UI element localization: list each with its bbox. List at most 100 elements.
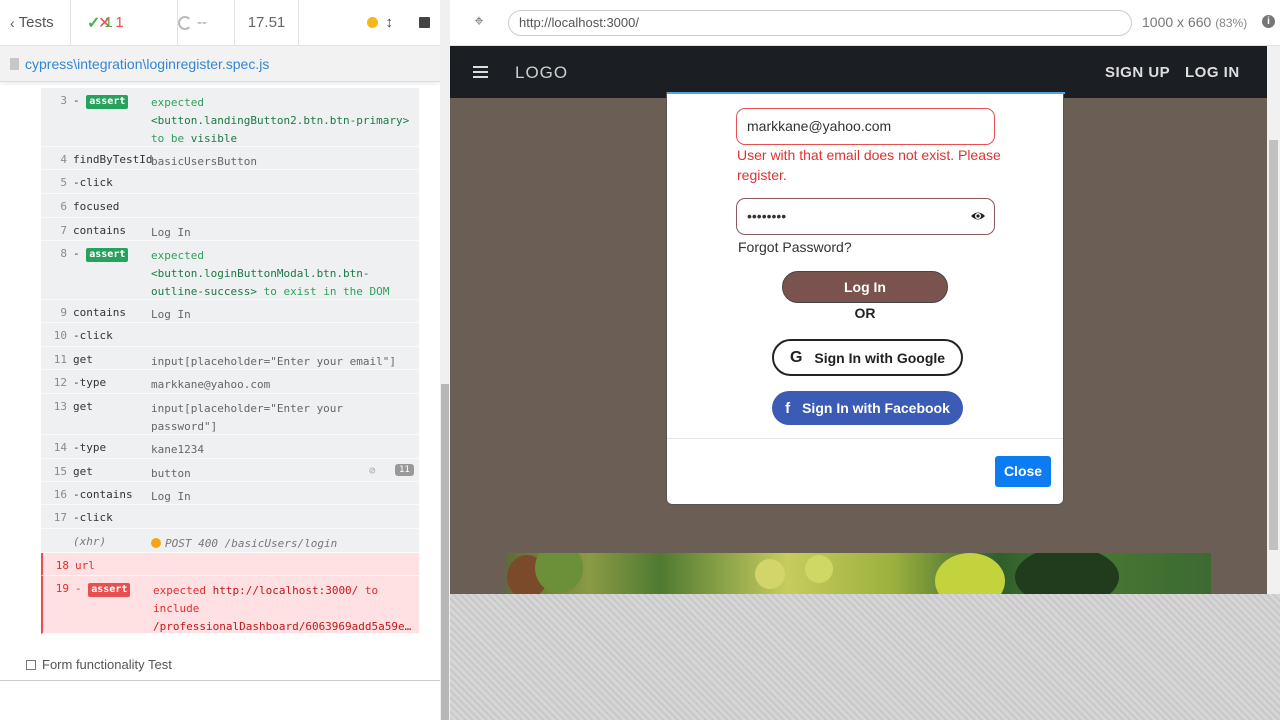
command-number: 13	[53, 400, 67, 413]
xhr-row[interactable]: (xhr) POST 400 /basicUsers/login	[41, 529, 419, 553]
nav-signup-link[interactable]: SIGN UP	[1105, 64, 1170, 81]
facebook-button-label: Sign In with Facebook	[802, 400, 950, 416]
command-number: 10	[53, 329, 67, 342]
command-row[interactable]: 15 get button ⊘ 11	[41, 459, 419, 482]
app-viewport: LOGO SIGN UP LOG IN markkane@yahoo.com U…	[450, 46, 1267, 594]
app-scrollbar[interactable]	[1267, 46, 1280, 594]
modal-footer-divider	[667, 438, 1063, 439]
command-row[interactable]: 8 - assert expected <button.loginButtonM…	[41, 241, 419, 300]
command-message: Log In	[151, 490, 191, 503]
failed-count[interactable]: ✕ 1	[98, 0, 155, 46]
command-number: 11	[53, 353, 67, 366]
google-button-label: Sign In with Google	[814, 349, 946, 366]
command-row-failed[interactable]: 19 - assert expected http://localhost:30…	[41, 576, 419, 634]
command-row[interactable]: 10 -click	[41, 323, 419, 347]
assert-subject: <button.landingButton2.btn.btn-primary>	[151, 114, 410, 127]
pending-count[interactable]: --	[178, 0, 235, 46]
scrollbar-thumb[interactable]	[1269, 140, 1278, 550]
command-message: expected <button.landingButton2.btn.btn-…	[151, 94, 411, 148]
zoom-level: (83%)	[1215, 16, 1248, 30]
hamburger-menu-icon[interactable]	[473, 66, 488, 78]
assert-value: /professionalDashboard/6063969add5a59e…	[153, 620, 412, 633]
stop-icon[interactable]	[419, 17, 430, 28]
spec-file-path[interactable]: cypress\integration\loginregister.spec.j…	[25, 56, 269, 72]
image-detail	[805, 555, 833, 583]
command-row[interactable]: 12 -type markkane@yahoo.com	[41, 370, 419, 394]
spinner-icon	[178, 15, 192, 30]
viewport-info: 1000 x 660 (83%)	[1142, 14, 1247, 30]
modal-top-border	[667, 92, 1065, 94]
command-number: 5	[60, 176, 67, 189]
info-icon[interactable]: i	[1262, 15, 1275, 28]
close-button[interactable]: Close	[995, 456, 1051, 487]
test-title: Form functionality Test	[42, 657, 172, 672]
aut-header: ⌖ http://localhost:3000/ 1000 x 660 (83%…	[450, 0, 1280, 46]
command-row[interactable]: 3 - assert expected <button.landingButto…	[41, 88, 419, 147]
forgot-password-link[interactable]: Forgot Password?	[738, 239, 852, 255]
command-name: contains	[73, 224, 126, 237]
command-number: 7	[60, 224, 67, 237]
command-name: (xhr)	[73, 535, 107, 548]
eye-slash-icon: ⊘	[369, 464, 376, 477]
command-message: basicUsersButton	[151, 155, 257, 168]
command-row[interactable]: 17 -click	[41, 505, 419, 529]
assert-text: expected	[153, 584, 213, 597]
command-number: 18	[55, 559, 69, 572]
app-under-test-panel: ⌖ http://localhost:3000/ 1000 x 660 (83%…	[450, 0, 1280, 720]
test-item-form-functionality[interactable]: Form functionality Test	[26, 657, 172, 672]
assert-value: visible	[190, 132, 238, 145]
login-button[interactable]: Log In	[782, 271, 948, 303]
assert-badge: assert	[88, 583, 131, 597]
or-separator: OR	[854, 305, 876, 321]
xhr-text: POST 400 /basicUsers/login	[165, 537, 338, 550]
command-number: 4	[60, 153, 67, 166]
assert-text: expected	[151, 249, 204, 262]
command-row[interactable]: 13 get input[placeholder="Enter your pas…	[41, 394, 419, 435]
password-field[interactable]: ••••••••	[736, 198, 995, 235]
command-number: 3	[60, 94, 67, 107]
assert-text: to be	[151, 132, 191, 145]
email-field[interactable]: markkane@yahoo.com	[736, 108, 995, 145]
command-row[interactable]: 7 contains Log In	[41, 218, 419, 241]
command-name: -type	[73, 441, 107, 454]
command-message: markkane@yahoo.com	[151, 378, 271, 391]
cypress-runner: ‹ Tests ✓ 1 ✕ 1 -- 17.51 ↕ cypress\integ…	[0, 0, 1280, 720]
tests-label: Tests	[18, 14, 54, 31]
command-row[interactable]: 4 findByTestId basicUsersButton	[41, 147, 419, 170]
app-logo[interactable]: LOGO	[515, 63, 568, 83]
command-number: 15	[53, 465, 67, 478]
auto-scroll-icon: ↕	[385, 14, 394, 31]
command-message: Log In	[151, 308, 191, 321]
google-signin-button[interactable]: G Sign In with Google	[772, 339, 963, 376]
command-message: Log In	[151, 226, 191, 239]
command-number: 9	[60, 306, 67, 319]
facebook-signin-button[interactable]: f Sign In with Facebook	[772, 391, 963, 425]
divider	[0, 680, 440, 681]
command-row[interactable]: 6 focused	[41, 194, 419, 218]
eye-icon[interactable]	[970, 209, 986, 223]
url-display[interactable]: http://localhost:3000/	[508, 10, 1132, 36]
auto-scroll-group[interactable]: ↕	[366, 14, 394, 31]
command-name: contains	[73, 306, 126, 319]
command-row-failed[interactable]: 18 url	[41, 553, 419, 576]
reporter-scrollbar[interactable]	[440, 0, 450, 720]
command-row[interactable]: 14 -type kane1234	[41, 435, 419, 459]
command-message: input[placeholder="Enter your email"]	[151, 355, 397, 368]
command-number: 8	[60, 247, 67, 260]
command-name: findByTestId	[73, 153, 153, 166]
duration: 17.51	[235, 0, 299, 46]
crosshair-icon[interactable]: ⌖	[470, 13, 488, 31]
email-error-message: User with that email does not exist. Ple…	[737, 147, 1001, 183]
command-row[interactable]: 16 -contains Log In	[41, 482, 419, 505]
command-message: POST 400 /basicUsers/login	[151, 535, 411, 553]
nav-login-link[interactable]: LOG IN	[1185, 64, 1240, 81]
xhr-status-dot-icon	[151, 538, 161, 548]
running-indicator-icon	[366, 17, 378, 28]
command-row[interactable]: 11 get input[placeholder="Enter your ema…	[41, 347, 419, 370]
tests-button[interactable]: ‹ Tests	[0, 0, 71, 46]
command-message: input[placeholder="Enter your password"]	[151, 402, 344, 433]
command-row[interactable]: 5 -click	[41, 170, 419, 194]
command-row[interactable]: 9 contains Log In	[41, 300, 419, 323]
scrollbar-thumb[interactable]	[441, 384, 449, 720]
command-name: -contains	[73, 488, 133, 501]
